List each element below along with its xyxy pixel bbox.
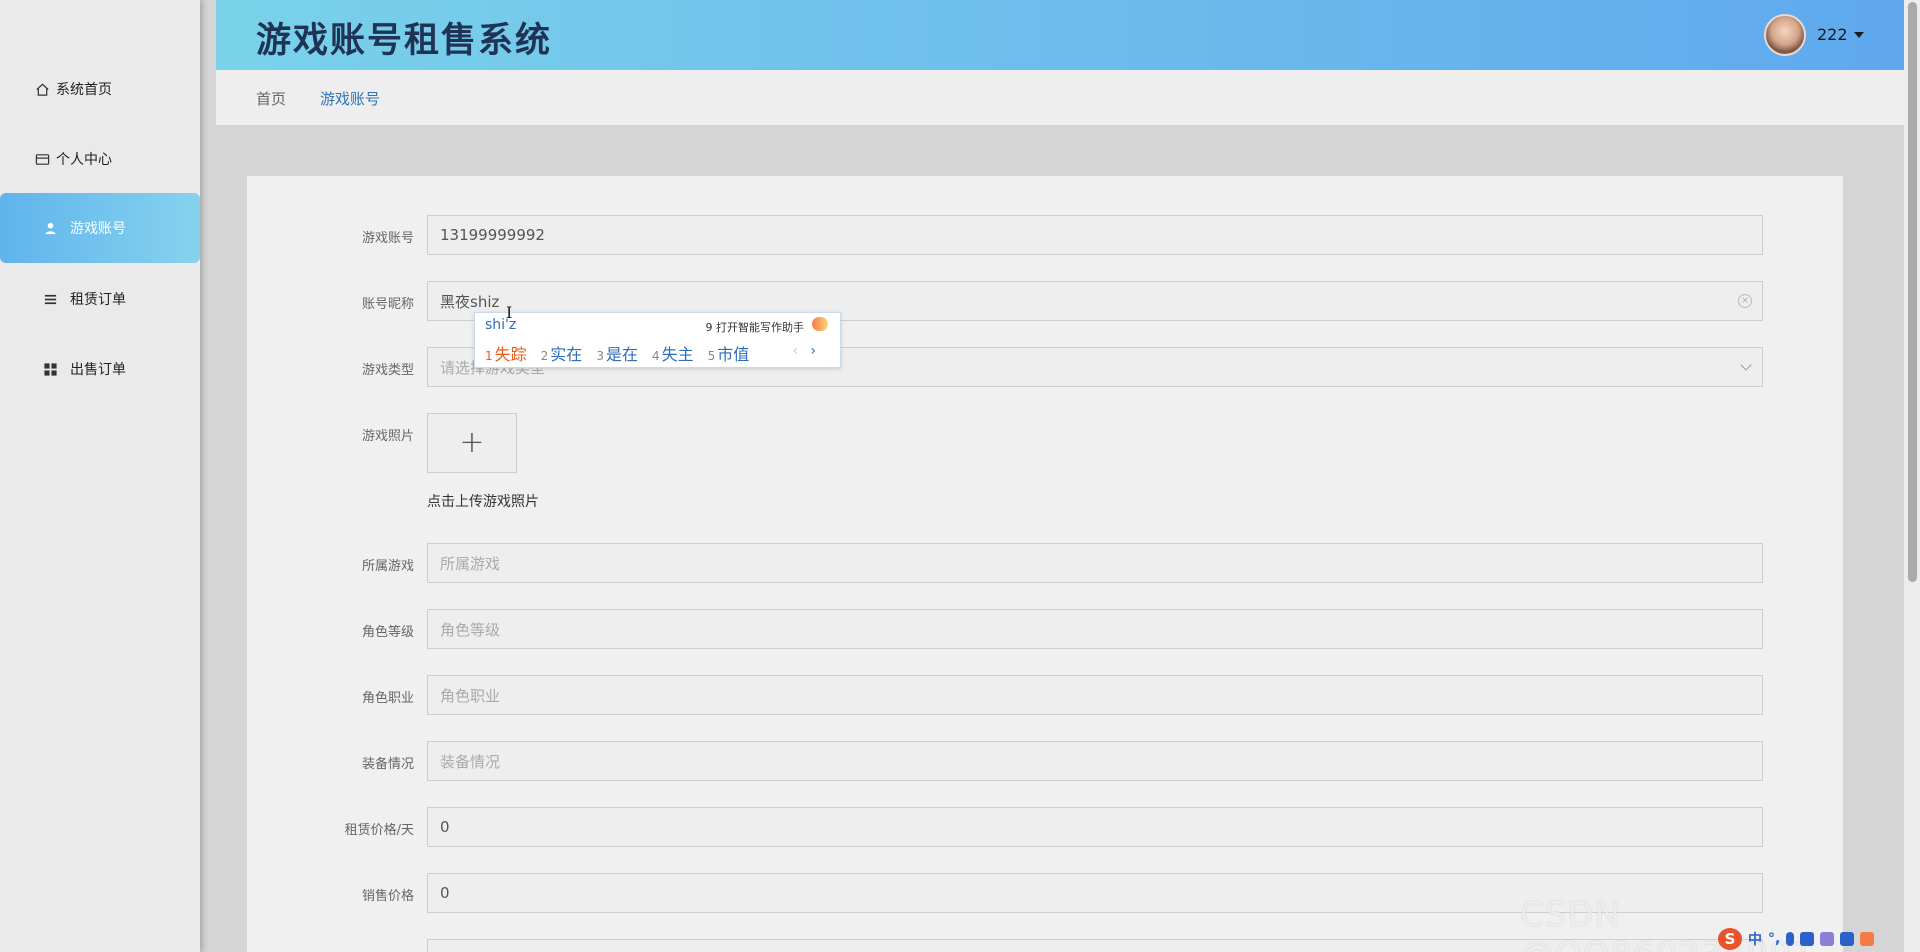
text-cursor-icon: I bbox=[506, 303, 513, 322]
app-title: 游戏账号租售系统 bbox=[256, 21, 553, 61]
page-scrollbar[interactable] bbox=[1904, 0, 1920, 952]
sidebar-item-label: 出售订单 bbox=[70, 362, 126, 378]
home-icon bbox=[34, 81, 50, 97]
ime-candidate[interactable]: 1 失踪 bbox=[485, 341, 527, 365]
ime-tray: S 中 °, bbox=[1714, 926, 1920, 952]
sidebar-item-rent-orders[interactable]: 租赁订单 bbox=[0, 264, 200, 334]
ime-mode-indicator[interactable]: 中 bbox=[1748, 929, 1762, 949]
breadcrumb-home[interactable]: 首页 bbox=[256, 88, 286, 109]
equipment-input[interactable]: 装备情况 bbox=[427, 741, 1763, 781]
ime-candidate[interactable]: 2 实在 bbox=[541, 341, 583, 365]
clear-icon[interactable]: × bbox=[1738, 294, 1752, 308]
nickname-label: 账号昵称 bbox=[361, 297, 414, 312]
form-row-equipment: 装备情况 装备情况 bbox=[247, 741, 1843, 781]
sidebar-item-label: 个人中心 bbox=[56, 152, 112, 168]
photo-upload-button[interactable]: + bbox=[427, 413, 517, 473]
scrollbar-thumb[interactable] bbox=[1908, 2, 1917, 582]
profession-label: 角色职业 bbox=[361, 691, 414, 706]
sidebar-item-profile[interactable]: 个人中心 bbox=[0, 124, 200, 194]
ime-candidate-popup[interactable]: shi'z 9 打开智能写作助手 1 失踪 2 实在 3 是在 4 失主 5 市值 ‹ › bbox=[474, 312, 841, 368]
ime-candidate[interactable]: 5 市值 bbox=[708, 341, 750, 365]
card-icon bbox=[34, 151, 50, 167]
top-header: 游戏账号租售系统 222 bbox=[216, 0, 1904, 70]
form-panel: 游戏账号 13199999992 账号昵称 黑夜shiz × 游戏类型 请选择游… bbox=[247, 176, 1843, 952]
form-row-photo: 游戏照片 + 点击上传游戏照片 bbox=[247, 413, 1843, 523]
sidebar-item-label: 租赁订单 bbox=[70, 292, 126, 308]
keyboard-icon[interactable] bbox=[1800, 932, 1815, 946]
chevron-down-icon bbox=[1740, 359, 1752, 371]
photo-label: 游戏照片 bbox=[361, 429, 414, 444]
chevron-left-icon[interactable]: ‹ bbox=[792, 343, 798, 359]
avatar[interactable] bbox=[1764, 14, 1806, 56]
list-icon bbox=[42, 291, 58, 307]
form-row-profession: 角色职业 角色职业 bbox=[247, 675, 1843, 715]
sidebar-item-home[interactable]: 系统首页 bbox=[0, 54, 200, 124]
sogou-logo-icon[interactable]: S bbox=[1718, 928, 1742, 950]
sidebar-item-sale-orders[interactable]: 出售订单 bbox=[0, 334, 200, 404]
grid-icon bbox=[42, 361, 58, 377]
caret-down-icon[interactable] bbox=[1854, 32, 1864, 38]
sidebar: 系统首页 个人中心 游戏账号 租赁订单 出售订单 bbox=[0, 0, 200, 952]
breadcrumb: 首页 游戏账号 bbox=[216, 70, 1904, 125]
account-label: 游戏账号 bbox=[361, 231, 414, 246]
microphone-icon[interactable] bbox=[1786, 932, 1795, 946]
equipment-label: 装备情况 bbox=[361, 757, 414, 772]
breadcrumb-current[interactable]: 游戏账号 bbox=[320, 88, 380, 109]
account-input[interactable]: 13199999992 bbox=[427, 215, 1763, 255]
rent-price-label: 租赁价格/天 bbox=[344, 823, 414, 838]
sale-price-label: 销售价格 bbox=[361, 889, 414, 904]
chevron-right-icon[interactable]: › bbox=[810, 343, 816, 359]
level-input[interactable]: 角色等级 bbox=[427, 609, 1763, 649]
profession-input[interactable]: 角色职业 bbox=[427, 675, 1763, 715]
punctuation-indicator[interactable]: °, bbox=[1768, 931, 1780, 947]
nickname-value: 黑夜shiz bbox=[440, 292, 500, 311]
sidebar-item-label: 系统首页 bbox=[56, 82, 112, 98]
form-row-rent-price: 租赁价格/天 0 bbox=[247, 807, 1843, 847]
game-label: 所属游戏 bbox=[361, 559, 414, 574]
game-input[interactable]: 所属游戏 bbox=[427, 543, 1763, 583]
sidebar-item-label: 游戏账号 bbox=[70, 221, 126, 237]
form-row-level: 角色等级 角色等级 bbox=[247, 609, 1843, 649]
game-type-label: 游戏类型 bbox=[361, 363, 414, 378]
sidebar-item-game-account[interactable]: 游戏账号 bbox=[0, 193, 200, 263]
skin-icon[interactable] bbox=[1820, 932, 1835, 946]
toolbox-icon[interactable] bbox=[1840, 932, 1855, 946]
ime-page-nav: ‹ › bbox=[792, 343, 816, 359]
ime-writing-assistant[interactable]: 9 打开智能写作助手 bbox=[706, 319, 805, 335]
plus-icon: + bbox=[459, 425, 485, 460]
ime-candidate-list: 1 失踪 2 实在 3 是在 4 失主 5 市值 bbox=[485, 341, 749, 365]
rent-price-input[interactable]: 0 bbox=[427, 807, 1763, 847]
form-row-game: 所属游戏 所属游戏 bbox=[247, 543, 1843, 583]
ime-candidate[interactable]: 4 失主 bbox=[652, 341, 694, 365]
form-row-account: 游戏账号 13199999992 bbox=[247, 215, 1843, 255]
user-icon bbox=[42, 220, 58, 236]
photo-upload-hint: 点击上传游戏照片 bbox=[427, 494, 539, 510]
assistant-icon[interactable] bbox=[812, 317, 828, 331]
level-label: 角色等级 bbox=[361, 625, 414, 640]
assistant-icon[interactable] bbox=[1860, 932, 1875, 946]
ime-candidate[interactable]: 3 是在 bbox=[596, 341, 638, 365]
user-name[interactable]: 222 bbox=[1817, 25, 1848, 44]
